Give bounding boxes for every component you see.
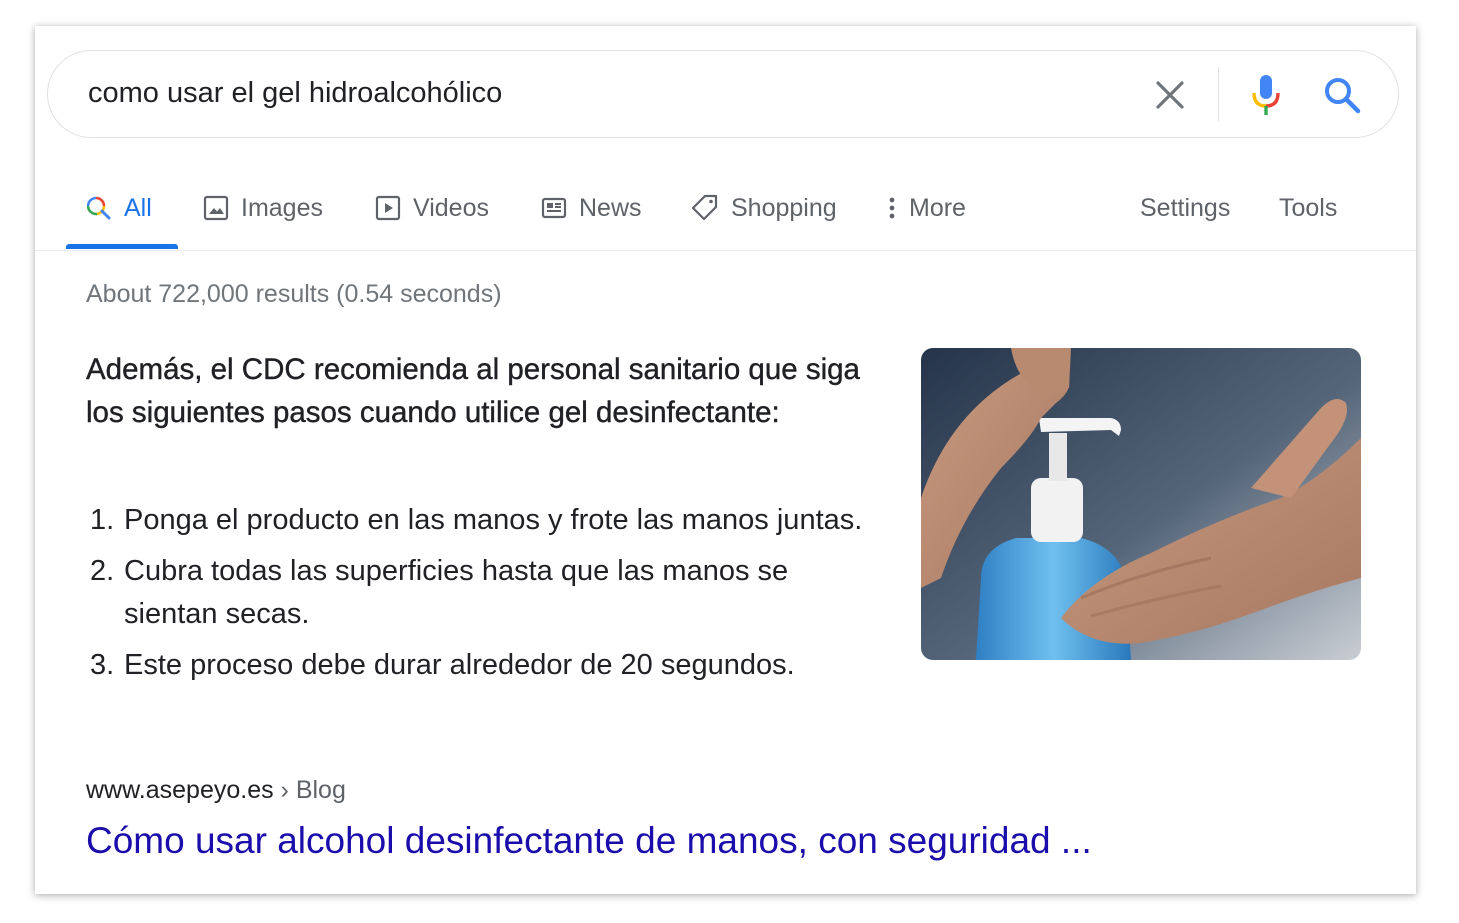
- list-item: 3. Este proceso debe durar alrededor de …: [86, 644, 886, 687]
- snippet-image[interactable]: [921, 348, 1361, 660]
- tools-link[interactable]: Tools: [1279, 188, 1337, 228]
- settings-link[interactable]: Settings: [1140, 188, 1230, 228]
- tab-shopping[interactable]: Shopping: [691, 188, 837, 228]
- tools-label: Tools: [1279, 193, 1338, 222]
- result-source: www.asepeyo.es › Blog: [86, 776, 346, 805]
- search-input[interactable]: como usar el gel hidroalcohólico: [88, 77, 502, 110]
- close-icon: [1156, 81, 1184, 109]
- step-text: Ponga el producto en las manos y frote l…: [124, 504, 863, 536]
- tab-label: Images: [241, 193, 323, 222]
- list-item: 1. Ponga el producto en las manos y frot…: [86, 499, 886, 542]
- play-icon: [375, 195, 401, 221]
- step-text: Cubra todas las superficies hasta que la…: [124, 555, 789, 630]
- tab-label: Shopping: [731, 193, 837, 222]
- tab-label: More: [909, 193, 966, 222]
- microphone-icon: [1252, 75, 1280, 115]
- tab-label: News: [579, 193, 642, 222]
- voice-search-button[interactable]: [1248, 73, 1284, 117]
- more-vertical-icon: [889, 197, 895, 219]
- tabs-divider: [35, 250, 1416, 251]
- tab-label: Videos: [413, 193, 489, 222]
- snippet-steps-list: 1. Ponga el producto en las manos y frot…: [86, 499, 886, 695]
- search-submit-button[interactable]: [1322, 75, 1362, 115]
- tag-icon: [691, 194, 718, 221]
- source-breadcrumb: › Blog: [273, 776, 346, 804]
- newspaper-icon: [541, 197, 567, 219]
- search-bar-divider: [1218, 67, 1219, 121]
- result-title-link[interactable]: Cómo usar alcohol desinfectante de manos…: [86, 820, 1092, 862]
- hand-sanitizer-photo: [921, 348, 1361, 660]
- search-icon: [86, 196, 111, 220]
- list-item: 2. Cubra todas las superficies hasta que…: [86, 550, 886, 636]
- tab-news[interactable]: News: [541, 188, 642, 228]
- search-icon: [1325, 78, 1361, 114]
- active-tab-indicator: [66, 244, 178, 249]
- result-stats: About 722,000 results (0.54 seconds): [86, 280, 502, 308]
- source-domain: www.asepeyo.es: [86, 776, 274, 804]
- image-icon: [203, 195, 229, 221]
- step-number: 1.: [90, 504, 115, 536]
- tab-label: All: [124, 193, 152, 222]
- tab-more[interactable]: More: [887, 188, 966, 228]
- search-tabs: All Images Videos News Shopping More Set…: [35, 176, 1416, 250]
- step-text: Este proceso debe durar alrededor de 20 …: [124, 649, 795, 681]
- search-bar[interactable]: como usar el gel hidroalcohólico: [47, 50, 1399, 138]
- results-card: como usar el gel hidroalcohólico All Ima…: [35, 26, 1416, 894]
- step-number: 3.: [90, 649, 115, 681]
- tab-images[interactable]: Images: [203, 188, 323, 228]
- settings-label: Settings: [1140, 193, 1231, 222]
- snippet-heading: Además, el CDC recomienda al personal sa…: [86, 353, 860, 429]
- tab-videos[interactable]: Videos: [375, 188, 489, 228]
- clear-search-button[interactable]: [1152, 77, 1188, 113]
- step-number: 2.: [90, 555, 115, 587]
- tab-all[interactable]: All: [86, 188, 152, 228]
